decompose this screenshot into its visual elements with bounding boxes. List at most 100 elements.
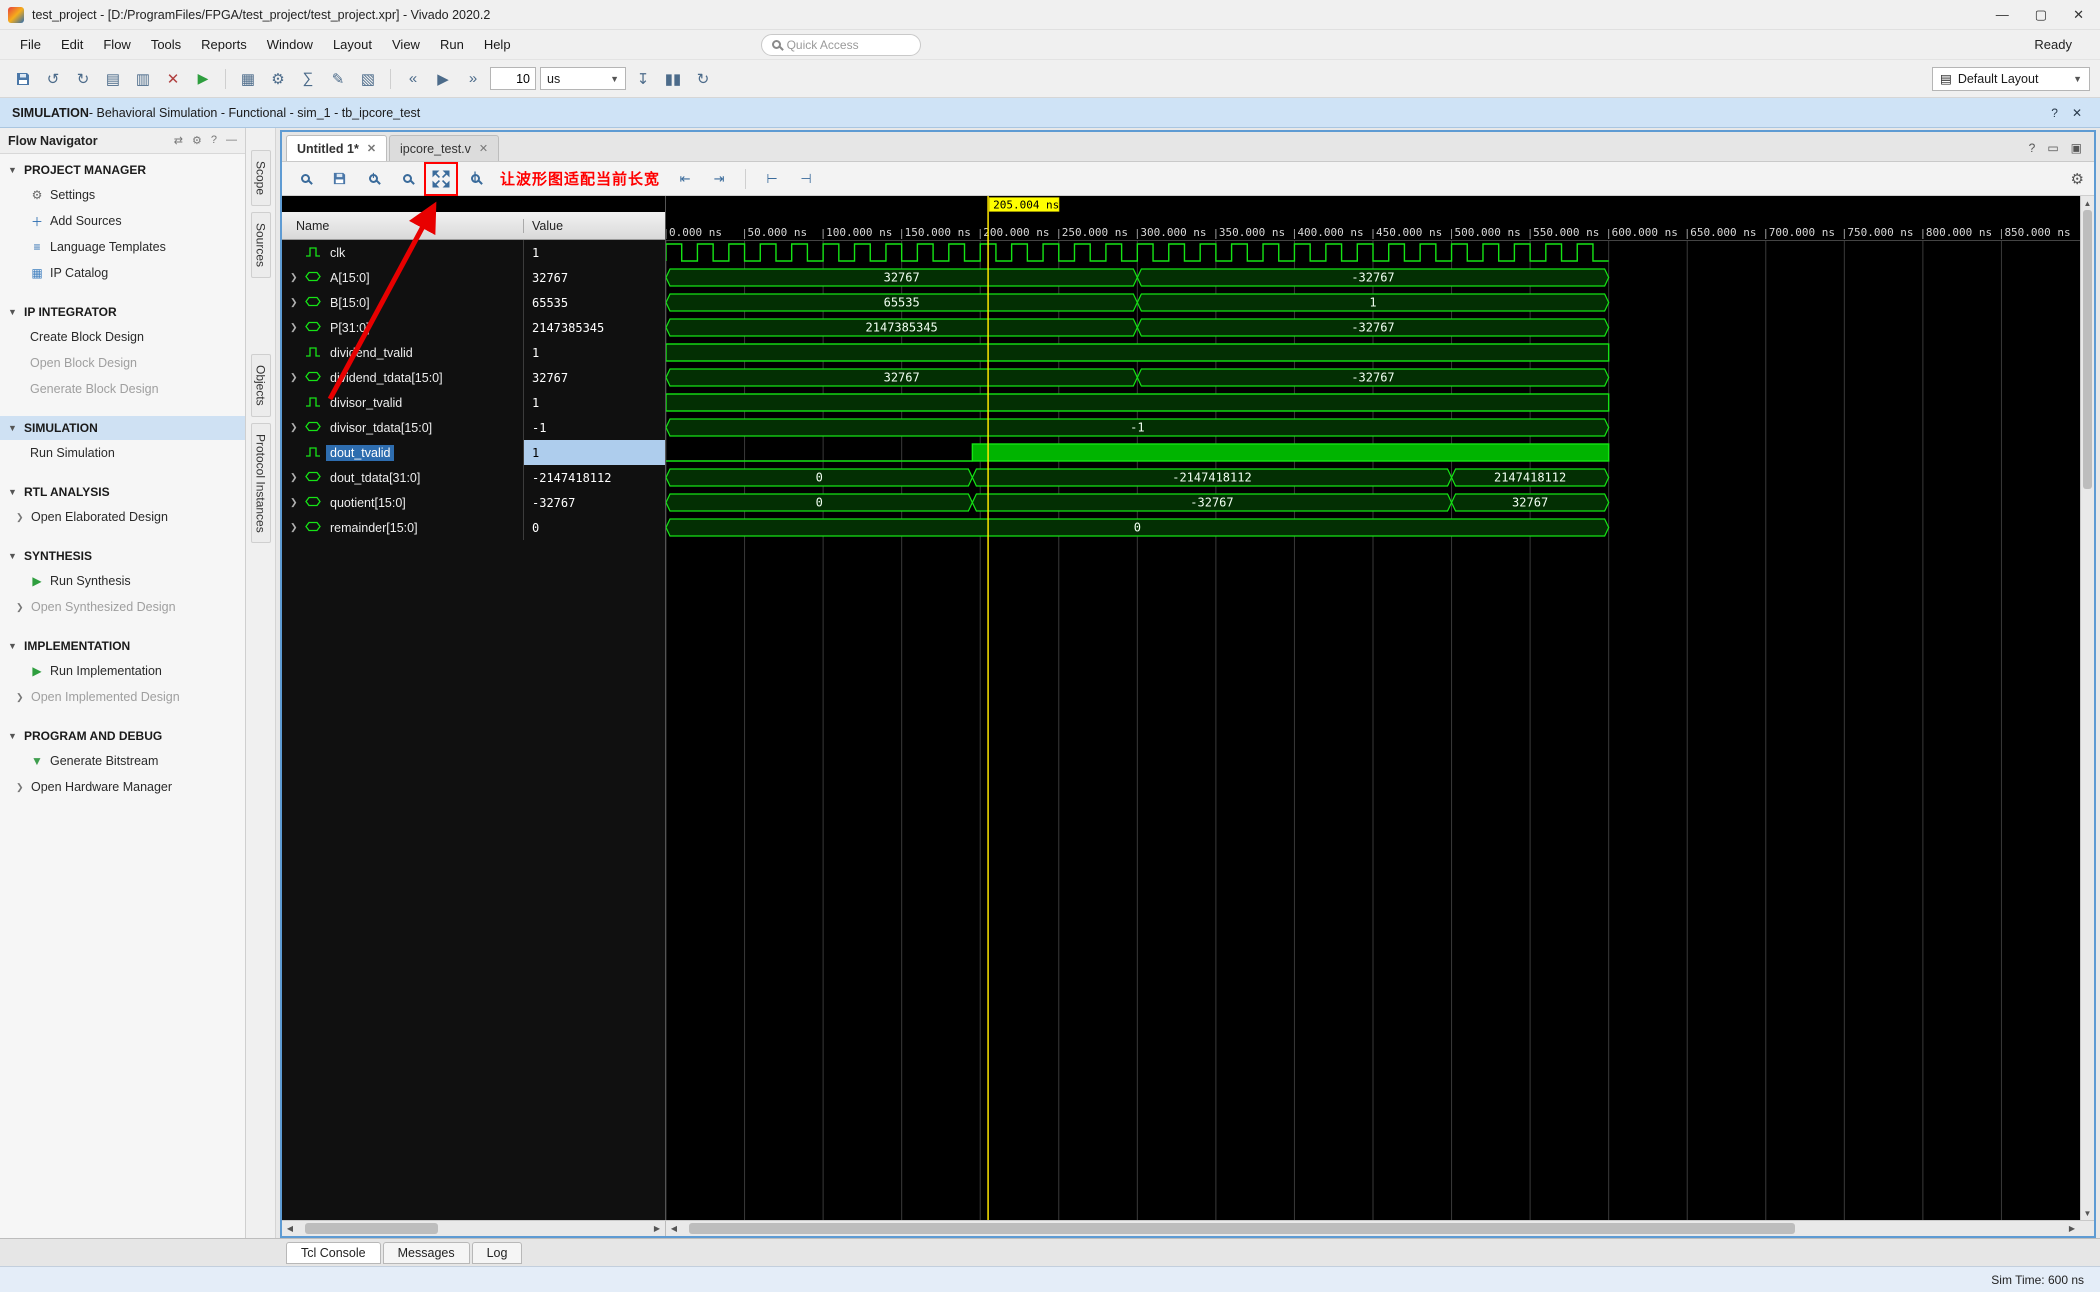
- signal-row-quotient-15-0-[interactable]: ❯ quotient[15:0] -32767: [282, 490, 665, 515]
- expand-chevron-icon[interactable]: ❯: [290, 422, 300, 433]
- signal-name[interactable]: dividend_tdata[15:0]: [326, 370, 447, 386]
- nav-item-run-synthesis[interactable]: ▶ Run Synthesis: [0, 568, 245, 594]
- editor-tab-untitled-1-[interactable]: Untitled 1* ✕: [286, 135, 388, 161]
- scroll-left-icon[interactable]: ◀: [666, 1224, 682, 1233]
- help-icon[interactable]: ?: [2051, 106, 2058, 120]
- pause-icon[interactable]: ▮▮: [660, 66, 686, 92]
- markers-icon[interactable]: ⊣: [793, 166, 819, 192]
- delete-icon[interactable]: ✕: [160, 66, 186, 92]
- signal-row-divisor-tvalid[interactable]: divisor_tvalid 1: [282, 390, 665, 415]
- wave-vertical-scrollbar[interactable]: ▲ ▼: [2080, 196, 2094, 1220]
- scroll-left-icon[interactable]: ◀: [282, 1224, 298, 1233]
- close-tab-icon[interactable]: ✕: [367, 142, 376, 155]
- names-horizontal-scrollbar[interactable]: ◀ ▶: [282, 1221, 666, 1236]
- nav-item-settings[interactable]: ⚙ Settings: [0, 182, 245, 208]
- signal-name[interactable]: dout_tvalid: [326, 444, 395, 461]
- value-column-header[interactable]: Value: [524, 219, 665, 233]
- menu-item-view[interactable]: View: [382, 33, 430, 56]
- gear-icon[interactable]: ⚙: [192, 134, 202, 147]
- menu-item-reports[interactable]: Reports: [191, 33, 257, 56]
- menu-item-help[interactable]: Help: [474, 33, 521, 56]
- signal-row-divisor-tdata-15-0-[interactable]: ❯ divisor_tdata[15:0] -1: [282, 415, 665, 440]
- menu-item-edit[interactable]: Edit: [51, 33, 93, 56]
- nav-item-ip-catalog[interactable]: ▦ IP Catalog: [0, 260, 245, 286]
- run-button-icon[interactable]: ▶: [190, 66, 216, 92]
- run-time-input[interactable]: [490, 67, 536, 90]
- float-window-icon[interactable]: ▭: [2047, 141, 2058, 155]
- bottom-tab-log[interactable]: Log: [471, 1241, 523, 1264]
- signal-name[interactable]: B[15:0]: [326, 295, 374, 311]
- menu-item-flow[interactable]: Flow: [93, 33, 140, 56]
- signal-name[interactable]: quotient[15:0]: [326, 495, 410, 511]
- expand-chevron-icon[interactable]: ❯: [290, 372, 300, 383]
- signal-row-dividend-tdata-15-0-[interactable]: ❯ dividend_tdata[15:0] 32767: [282, 365, 665, 390]
- scrollbar-thumb[interactable]: [305, 1223, 439, 1234]
- side-tab-sources[interactable]: Sources: [250, 212, 271, 279]
- expand-chevron-icon[interactable]: ❯: [290, 497, 300, 508]
- editor-tab-ipcore-test-v[interactable]: ipcore_test.v ✕: [389, 135, 500, 161]
- help-icon[interactable]: ?: [211, 134, 217, 147]
- signal-row-remainder-15-0-[interactable]: ❯ remainder[15:0] 0: [282, 515, 665, 540]
- nav-section-simulation[interactable]: ▼ SIMULATION: [0, 416, 245, 440]
- nav-section-ip-integrator[interactable]: ▼ IP INTEGRATOR: [0, 300, 245, 324]
- help-icon[interactable]: ?: [2029, 141, 2036, 155]
- side-tab-protocol-instances[interactable]: Protocol Instances: [250, 422, 271, 544]
- zoom-fit-button[interactable]: [424, 161, 458, 196]
- swap-cursor-icon[interactable]: ⊢: [759, 166, 785, 192]
- maximize-button[interactable]: ▢: [2035, 7, 2047, 23]
- signal-row-dout-tdata-31-0-[interactable]: ❯ dout_tdata[31:0] -2147418112: [282, 465, 665, 490]
- report-icon[interactable]: ▦: [235, 66, 261, 92]
- wave-horizontal-scrollbar[interactable]: ◀ ▶: [666, 1221, 2080, 1236]
- nav-section-implementation[interactable]: ▼ IMPLEMENTATION: [0, 634, 245, 658]
- previous-transition-icon[interactable]: ⇤: [672, 166, 698, 192]
- probe-icon[interactable]: ▧: [355, 66, 381, 92]
- paste-icon[interactable]: ▥: [130, 66, 156, 92]
- nav-item-run-implementation[interactable]: ▶ Run Implementation: [0, 658, 245, 684]
- quick-access-search[interactable]: Quick Access: [760, 33, 921, 56]
- signal-name[interactable]: clk: [326, 245, 349, 261]
- menu-item-window[interactable]: Window: [257, 33, 323, 56]
- expand-chevron-icon[interactable]: ❯: [290, 272, 300, 283]
- nav-section-synthesis[interactable]: ▼ SYNTHESIS: [0, 544, 245, 568]
- signal-name[interactable]: P[31:0]: [326, 320, 374, 336]
- nav-item-run-simulation[interactable]: Run Simulation: [0, 440, 245, 466]
- signal-name[interactable]: divisor_tvalid: [326, 395, 406, 411]
- scroll-right-icon[interactable]: ▶: [649, 1224, 665, 1233]
- close-tab-icon[interactable]: ✕: [479, 142, 488, 155]
- expand-chevron-icon[interactable]: ❯: [290, 522, 300, 533]
- step-icon[interactable]: ↧: [630, 66, 656, 92]
- edit-icon[interactable]: ✎: [325, 66, 351, 92]
- nav-item-create-block-design[interactable]: Create Block Design: [0, 324, 245, 350]
- signal-name[interactable]: dout_tdata[31:0]: [326, 470, 424, 486]
- signal-row-clk[interactable]: clk 1: [282, 240, 665, 265]
- bottom-tab-tcl-console[interactable]: Tcl Console: [286, 1241, 381, 1264]
- copy-icon[interactable]: ▤: [100, 66, 126, 92]
- toggle-icon[interactable]: ⇄: [174, 134, 183, 147]
- close-icon[interactable]: ✕: [2072, 106, 2082, 120]
- chevron-right-icon[interactable]: ❯: [16, 512, 25, 523]
- waveform-canvas[interactable]: 0.000 ns 50.000 ns 100.000 ns 150.000 ns 200…: [666, 196, 2080, 1220]
- signal-row-p-31-0-[interactable]: ❯ P[31:0] 2147385345: [282, 315, 665, 340]
- undo-icon[interactable]: ↺: [40, 66, 66, 92]
- expand-chevron-icon[interactable]: ❯: [290, 322, 300, 333]
- chevron-right-icon[interactable]: ❯: [16, 782, 25, 793]
- bottom-tab-messages[interactable]: Messages: [382, 1241, 470, 1264]
- signal-name[interactable]: A[15:0]: [326, 270, 374, 286]
- save-waveform-icon[interactable]: [326, 166, 352, 192]
- run-for-icon[interactable]: »: [460, 66, 486, 92]
- minimize-icon[interactable]: —: [226, 134, 237, 147]
- chevron-right-icon[interactable]: ❯: [16, 692, 25, 703]
- side-tab-scope[interactable]: Scope: [250, 150, 271, 207]
- nav-item-open-hardware-manager[interactable]: ❯ Open Hardware Manager: [0, 774, 245, 800]
- nav-item-open-elaborated-design[interactable]: ❯ Open Elaborated Design: [0, 504, 245, 530]
- sum-icon[interactable]: ∑: [295, 66, 321, 92]
- minimize-button[interactable]: —: [1996, 7, 2009, 23]
- wave-settings-gear-icon[interactable]: ⚙: [2071, 170, 2084, 188]
- menu-item-file[interactable]: File: [10, 33, 51, 56]
- scrollbar-thumb[interactable]: [2083, 210, 2092, 489]
- signal-name[interactable]: dividend_tvalid: [326, 345, 417, 361]
- side-tab-objects[interactable]: Objects: [250, 354, 271, 417]
- next-transition-icon[interactable]: ⇥: [706, 166, 732, 192]
- expand-chevron-icon[interactable]: ❯: [290, 472, 300, 483]
- signal-name[interactable]: divisor_tdata[15:0]: [326, 420, 436, 436]
